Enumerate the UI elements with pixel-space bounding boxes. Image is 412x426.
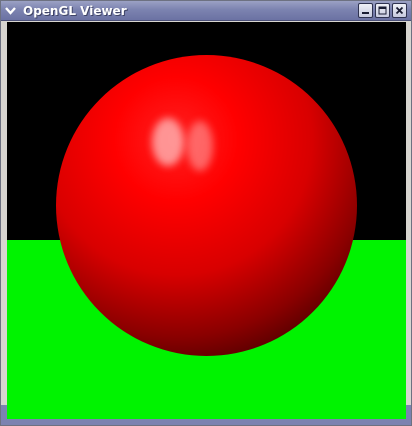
minimize-button[interactable] (358, 3, 373, 18)
scene-red-sphere (56, 55, 357, 356)
window-border-right[interactable] (406, 22, 411, 425)
maximize-button[interactable] (375, 3, 390, 18)
window-menu-button[interactable] (3, 3, 18, 18)
maximize-icon (378, 6, 387, 15)
opengl-viewer-window: OpenGL Viewer (0, 0, 412, 426)
chevron-down-icon (5, 6, 16, 15)
close-icon (395, 6, 404, 15)
opengl-canvas[interactable] (7, 22, 406, 419)
window-border-bottom[interactable] (7, 419, 406, 425)
resize-corner-right[interactable] (406, 405, 411, 425)
sphere-specular-highlight (152, 118, 184, 166)
window-title: OpenGL Viewer (23, 4, 127, 18)
minimize-icon (362, 12, 369, 14)
sphere-specular-highlight (187, 121, 213, 171)
title-bar[interactable]: OpenGL Viewer (1, 1, 411, 21)
close-button[interactable] (392, 3, 407, 18)
